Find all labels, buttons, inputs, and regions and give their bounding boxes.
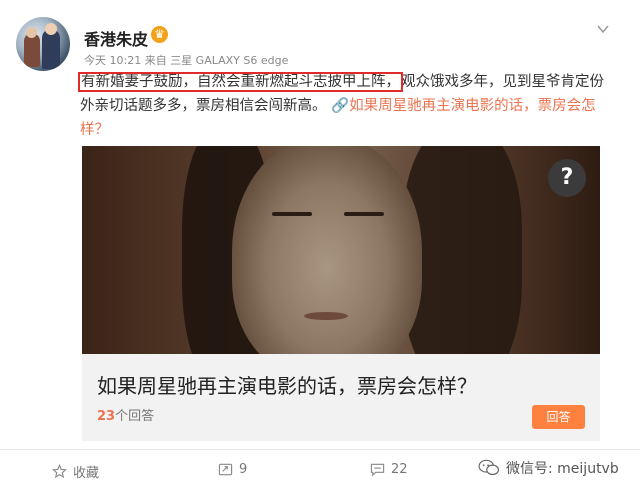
- post-text: 有新婚妻子鼓励，自然会重新燃起斗志披甲上阵，观众饿戏多年，见到星爷肯定份外亲切话…: [78, 70, 612, 142]
- image-face: [232, 146, 422, 354]
- repost-icon: [218, 463, 233, 476]
- card-image[interactable]: [82, 146, 600, 354]
- star-icon: [52, 464, 67, 479]
- repost-button[interactable]: 9: [218, 462, 247, 477]
- answer-count-label: 个回答: [115, 409, 155, 424]
- repost-count: 9: [239, 462, 248, 477]
- answer-count-number: 23: [97, 409, 116, 424]
- answer-count: 23个回答: [97, 405, 154, 424]
- question-mark-icon[interactable]: ?: [548, 159, 586, 197]
- image-eye: [344, 212, 384, 216]
- avatar-figure: [24, 33, 40, 67]
- comment-icon: [370, 463, 385, 477]
- answer-button[interactable]: 回答: [532, 405, 585, 429]
- watermark-text: 微信号: meijutvb: [506, 461, 619, 477]
- favorite-label: 收藏: [73, 466, 100, 481]
- post-meta: 今天 10:21 来自 三星 GALAXY S6 edge: [84, 54, 289, 67]
- image-eye: [272, 212, 312, 216]
- comment-count: 22: [391, 462, 408, 477]
- avatar-face: [26, 27, 37, 38]
- username[interactable]: 香港朱皮: [84, 26, 148, 50]
- image-mouth: [304, 312, 348, 320]
- comment-button[interactable]: 22: [370, 462, 408, 477]
- chevron-down-icon[interactable]: [596, 22, 610, 36]
- favorite-button[interactable]: 收藏: [52, 462, 99, 481]
- avatar-face: [45, 23, 57, 35]
- card-title[interactable]: 如果周星驰再主演电影的话，票房会怎样？: [97, 370, 477, 399]
- wechat-icon: [478, 459, 500, 476]
- avatar-figure: [42, 29, 60, 69]
- wechat-watermark: 微信号: meijutvb: [478, 458, 619, 478]
- highlighted-text: 有新婚妻子鼓励，自然会重新燃起斗志披甲上阵，: [78, 72, 403, 92]
- divider: [0, 449, 640, 450]
- avatar[interactable]: [16, 17, 70, 71]
- verified-badge-icon: ♛: [151, 26, 168, 43]
- link-icon: 🔗: [331, 98, 350, 114]
